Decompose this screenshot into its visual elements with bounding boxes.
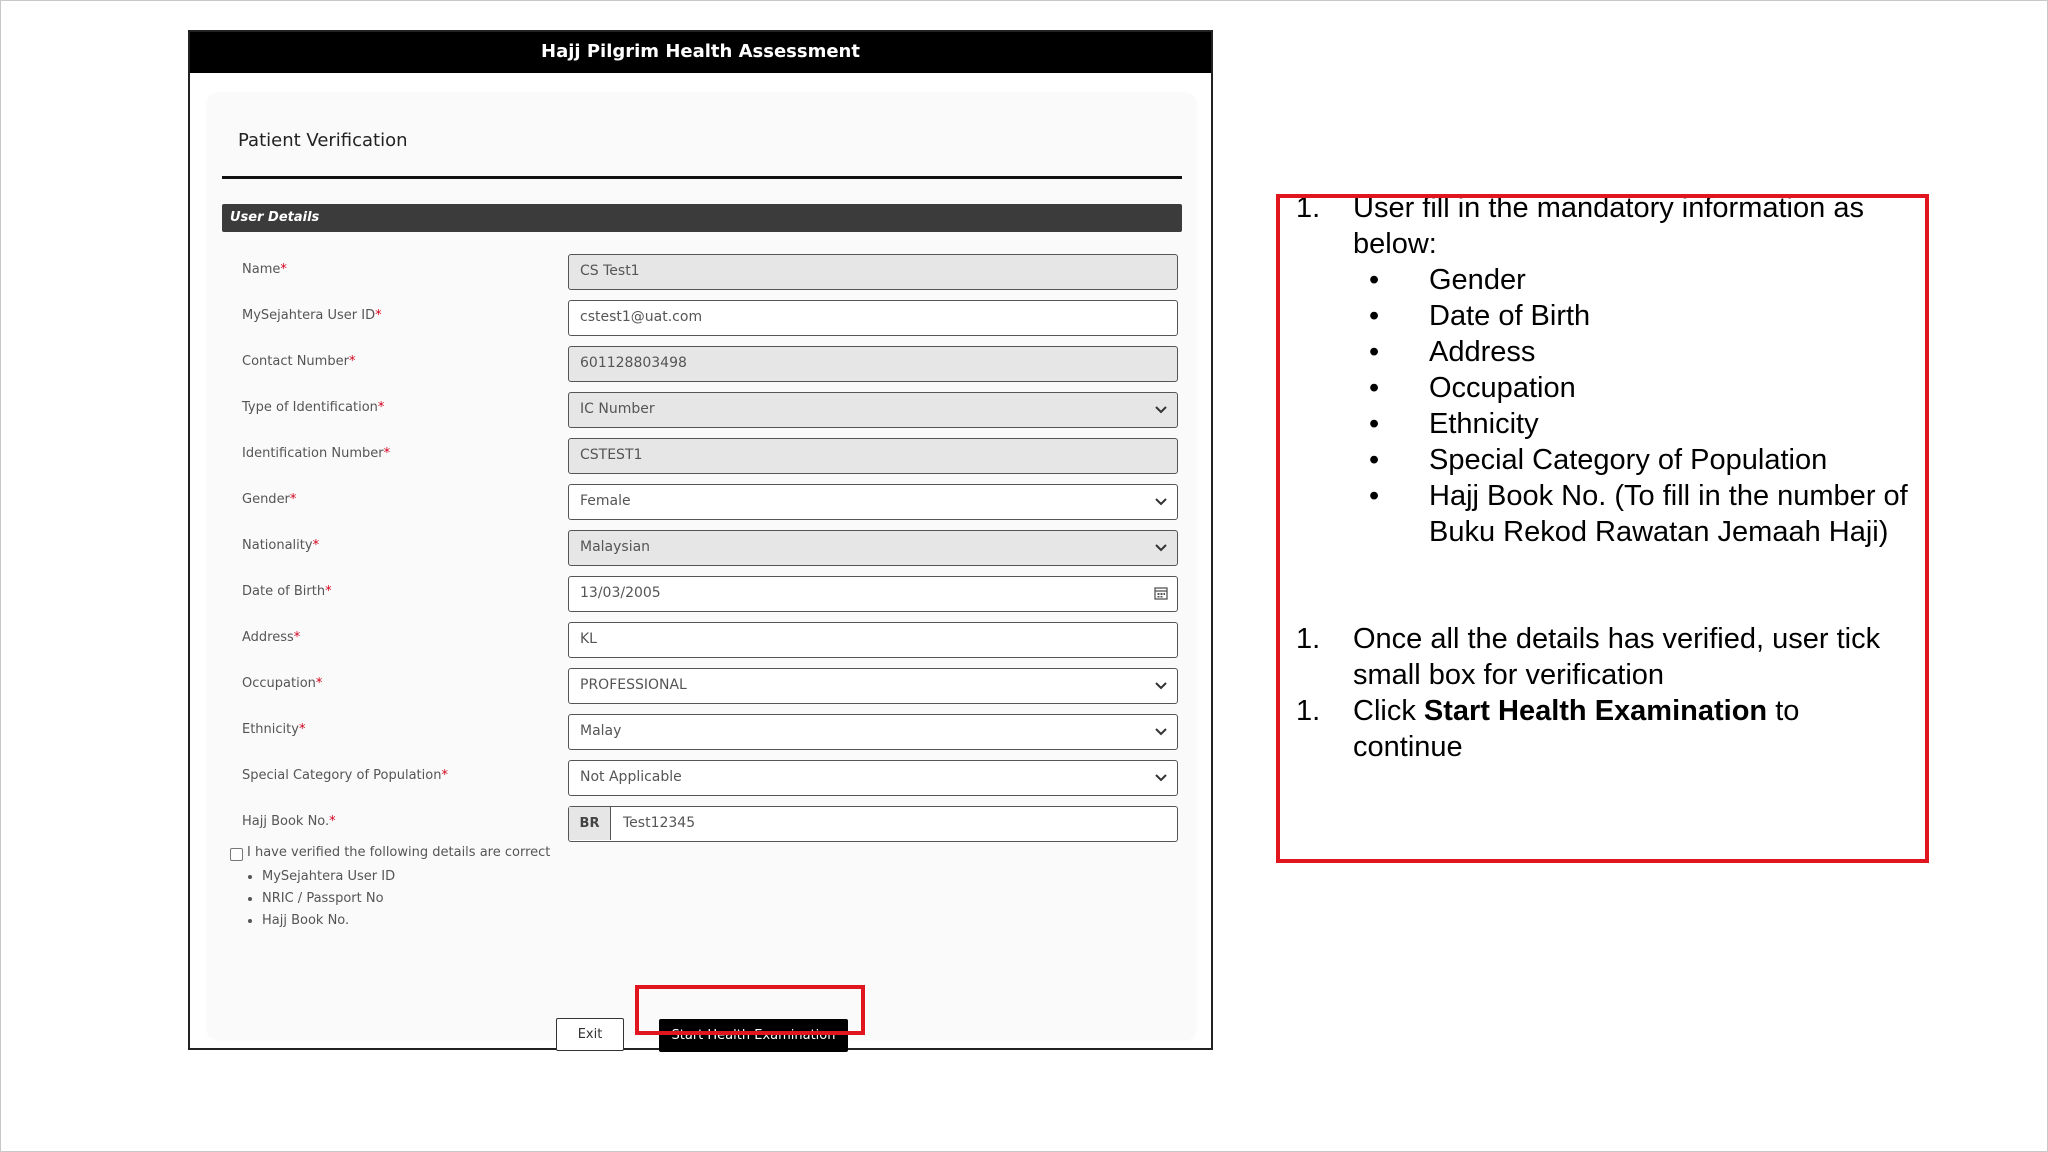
page-title: Patient Verification xyxy=(238,130,408,151)
form-row-address: Address* KL xyxy=(222,622,1182,658)
chevron-down-icon xyxy=(1155,406,1167,414)
chevron-down-icon xyxy=(1155,728,1167,736)
chevron-down-icon xyxy=(1155,682,1167,690)
nationality-select[interactable]: Malaysian xyxy=(568,530,1178,566)
chevron-down-icon xyxy=(1155,544,1167,552)
contact-field[interactable]: 601128803498 xyxy=(568,346,1178,382)
hajj-book-value: Test12345 xyxy=(623,815,696,831)
verification-checkbox[interactable] xyxy=(230,848,243,861)
exit-button[interactable]: Exit xyxy=(556,1018,624,1051)
nationality-value: Malaysian xyxy=(580,539,651,555)
form-row-occupation: Occupation* PROFESSIONAL xyxy=(222,668,1182,704)
list-item: Date of Birth xyxy=(1353,298,1913,334)
step-3-text: Click Start Health Examination to contin… xyxy=(1353,695,1800,763)
form-row-id-number: Identification Number* CSTEST1 xyxy=(222,438,1182,474)
gender-select[interactable]: Female xyxy=(568,484,1178,520)
step-number: 1. xyxy=(1296,623,1321,655)
form-row-dob: Date of Birth* 13/03/2005 xyxy=(222,576,1182,612)
address-field[interactable]: KL xyxy=(568,622,1178,658)
chevron-down-icon xyxy=(1155,774,1167,782)
list-item: Hajj Book No. xyxy=(262,910,395,932)
special-category-value: Not Applicable xyxy=(580,769,682,785)
verification-card: Patient Verification User Details Name* … xyxy=(208,94,1195,1052)
ethnicity-select[interactable]: Malay xyxy=(568,714,1178,750)
app-window: Hajj Pilgrim Health Assessment Patient V… xyxy=(188,30,1213,1052)
id-type-label: Type of Identification* xyxy=(242,400,385,415)
list-item: MySejahtera User ID xyxy=(262,866,395,888)
form-row-ethnicity: Ethnicity* Malay xyxy=(222,714,1182,750)
verification-section: I have verified the following details ar… xyxy=(222,840,1182,952)
list-item: Hajj Book No. (To fill in the number of … xyxy=(1353,478,1913,550)
dob-field[interactable]: 13/03/2005 xyxy=(568,576,1178,612)
name-field[interactable]: CS Test1 xyxy=(568,254,1178,290)
title-divider xyxy=(222,176,1182,179)
mandatory-fields-list: Gender Date of Birth Address Occupation … xyxy=(1353,262,1913,550)
name-label: Name* xyxy=(242,262,287,277)
form-row-gender: Gender* Female xyxy=(222,484,1182,520)
nationality-label: Nationality* xyxy=(242,538,320,553)
gender-value: Female xyxy=(580,493,631,509)
special-category-label: Special Category of Population* xyxy=(242,768,448,783)
chevron-down-icon xyxy=(1155,498,1167,506)
address-label: Address* xyxy=(242,630,301,645)
form-row-special-category: Special Category of Population* Not Appl… xyxy=(222,760,1182,796)
list-item: Ethnicity xyxy=(1353,406,1913,442)
step-3-bold: Start Health Examination xyxy=(1423,695,1768,727)
ethnicity-label: Ethnicity* xyxy=(242,722,306,737)
section-header-user-details: User Details xyxy=(222,204,1182,232)
user-id-field[interactable]: cstest1@uat.com xyxy=(568,300,1178,336)
instruction-box: 1. User fill in the mandatory informatio… xyxy=(1276,194,1929,863)
id-number-label: Identification Number* xyxy=(242,446,391,461)
id-type-value: IC Number xyxy=(580,401,655,417)
form-row-name: Name* CS Test1 xyxy=(222,254,1182,290)
contact-label: Contact Number* xyxy=(242,354,356,369)
verification-list: MySejahtera User ID NRIC / Passport No H… xyxy=(232,866,395,932)
dob-label: Date of Birth* xyxy=(242,584,332,599)
step-1-text-block: User fill in the mandatory information a… xyxy=(1353,194,1913,550)
form-row-user-id: MySejahtera User ID* cstest1@uat.com xyxy=(222,300,1182,336)
occupation-label: Occupation* xyxy=(242,676,323,691)
window-title: Hajj Pilgrim Health Assessment xyxy=(190,32,1211,73)
start-health-examination-button[interactable]: Start Health Examination xyxy=(659,1019,848,1052)
ethnicity-value: Malay xyxy=(580,723,622,739)
verification-label: I have verified the following details ar… xyxy=(247,845,551,860)
form-row-contact: Contact Number* 601128803498 xyxy=(222,346,1182,382)
occupation-value: PROFESSIONAL xyxy=(580,677,687,693)
form-row-hajj-book: Hajj Book No.* BR Test12345 xyxy=(222,806,1182,842)
step-number: 1. xyxy=(1296,194,1321,224)
id-number-field[interactable]: CSTEST1 xyxy=(568,438,1178,474)
dob-value: 13/03/2005 xyxy=(580,585,661,601)
list-item: Occupation xyxy=(1353,370,1913,406)
special-category-select[interactable]: Not Applicable xyxy=(568,760,1178,796)
form-row-nationality: Nationality* Malaysian xyxy=(222,530,1182,566)
list-item: Gender xyxy=(1353,262,1913,298)
list-item: Special Category of Population xyxy=(1353,442,1913,478)
form-row-id-type: Type of Identification* IC Number xyxy=(222,392,1182,428)
step-2-text: Once all the details has verified, user … xyxy=(1353,623,1881,691)
hajj-book-prefix: BR xyxy=(569,807,611,840)
user-id-label: MySejahtera User ID* xyxy=(242,308,382,323)
list-item: Address xyxy=(1353,334,1913,370)
id-type-select[interactable]: IC Number xyxy=(568,392,1178,428)
hajj-book-field[interactable]: BR Test12345 xyxy=(568,806,1178,842)
step-1-text: User fill in the mandatory information a… xyxy=(1353,194,1864,260)
calendar-icon[interactable] xyxy=(1154,586,1168,600)
gender-label: Gender* xyxy=(242,492,297,507)
hajj-book-label: Hajj Book No.* xyxy=(242,814,336,829)
step-number: 1. xyxy=(1296,695,1321,727)
list-item: NRIC / Passport No xyxy=(262,888,395,910)
occupation-select[interactable]: PROFESSIONAL xyxy=(568,668,1178,704)
